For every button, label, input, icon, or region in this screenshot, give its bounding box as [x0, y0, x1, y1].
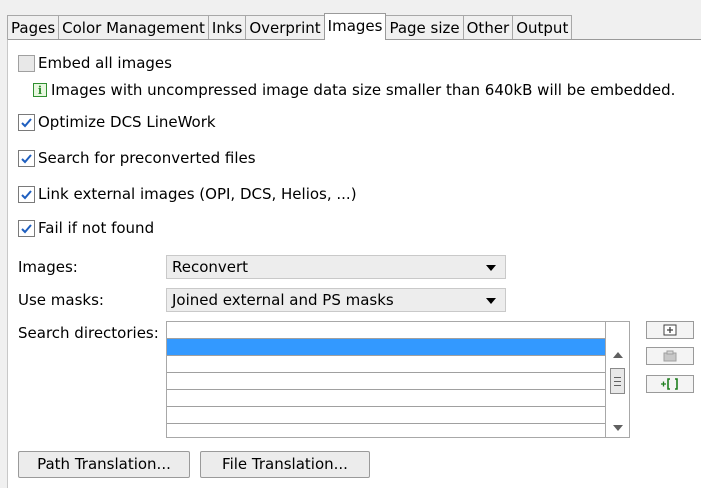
embed-all-images-checkbox[interactable] [18, 54, 35, 72]
tab-images[interactable]: Images [323, 13, 387, 40]
fail-not-found-option[interactable]: Fail if not found [18, 219, 154, 237]
chevron-down-icon [486, 265, 496, 271]
list-item[interactable] [167, 322, 605, 339]
link-external-option[interactable]: Link external images (OPI, DCS, Helios, … [18, 185, 357, 203]
fail-not-found-checkbox[interactable] [18, 219, 35, 237]
scroll-down-icon[interactable] [613, 425, 623, 431]
search-directories-scrollbar[interactable] [606, 321, 630, 438]
tab-color-management[interactable]: Color Management [58, 15, 209, 39]
images-label: Images: [18, 258, 78, 276]
search-preconverted-option[interactable]: Search for preconverted files [18, 149, 256, 167]
embed-info-text: Images with uncompressed image data size… [51, 81, 676, 99]
path-translation-button[interactable]: Path Translation... [18, 451, 190, 478]
use-masks-select[interactable]: Joined external and PS masks [166, 288, 506, 312]
tab-overprint[interactable]: Overprint [245, 15, 325, 39]
optimize-dcs-checkbox[interactable] [18, 113, 35, 131]
list-item[interactable] [167, 390, 605, 407]
tab-bar: Pages Color Management Inks Overprint Im… [7, 13, 573, 40]
search-preconverted-checkbox[interactable] [18, 149, 35, 167]
link-external-label: Link external images (OPI, DCS, Helios, … [38, 185, 357, 203]
add-directory-button[interactable] [646, 321, 694, 339]
embed-all-images-option[interactable]: Embed all images [18, 54, 172, 72]
add-bracket-button[interactable] [646, 375, 694, 393]
list-item[interactable] [167, 356, 605, 373]
link-external-checkbox[interactable] [18, 185, 35, 203]
use-masks-label: Use masks: [18, 291, 104, 309]
search-directories-list[interactable] [166, 321, 606, 438]
tab-page-size[interactable]: Page size [385, 15, 464, 39]
remove-directory-icon [663, 350, 677, 362]
tab-pages[interactable]: Pages [7, 15, 60, 39]
list-item[interactable] [167, 339, 605, 356]
tab-inks[interactable]: Inks [207, 15, 247, 39]
chevron-down-icon [486, 298, 496, 304]
images-select-value: Reconvert [172, 258, 249, 276]
scroll-thumb[interactable] [610, 368, 625, 394]
optimize-dcs-option[interactable]: Optimize DCS LineWork [18, 113, 216, 131]
list-item[interactable] [167, 407, 605, 424]
tab-other[interactable]: Other [462, 15, 514, 39]
search-preconverted-label: Search for preconverted files [38, 149, 256, 167]
file-translation-button[interactable]: File Translation... [200, 451, 370, 478]
images-select[interactable]: Reconvert [166, 255, 506, 279]
scroll-up-icon[interactable] [613, 352, 623, 358]
fail-not-found-label: Fail if not found [38, 219, 155, 237]
remove-directory-button[interactable] [646, 347, 694, 365]
embed-info: i Images with uncompressed image data si… [33, 81, 675, 99]
list-item[interactable] [167, 373, 605, 390]
use-masks-select-value: Joined external and PS masks [172, 291, 394, 309]
info-icon: i [33, 83, 47, 97]
add-bracket-icon [661, 378, 678, 390]
embed-all-images-label: Embed all images [38, 54, 172, 72]
search-directories-label: Search directories: [18, 324, 159, 342]
add-directory-icon [663, 324, 677, 336]
optimize-dcs-label: Optimize DCS LineWork [38, 113, 216, 131]
tab-output[interactable]: Output [512, 15, 573, 39]
